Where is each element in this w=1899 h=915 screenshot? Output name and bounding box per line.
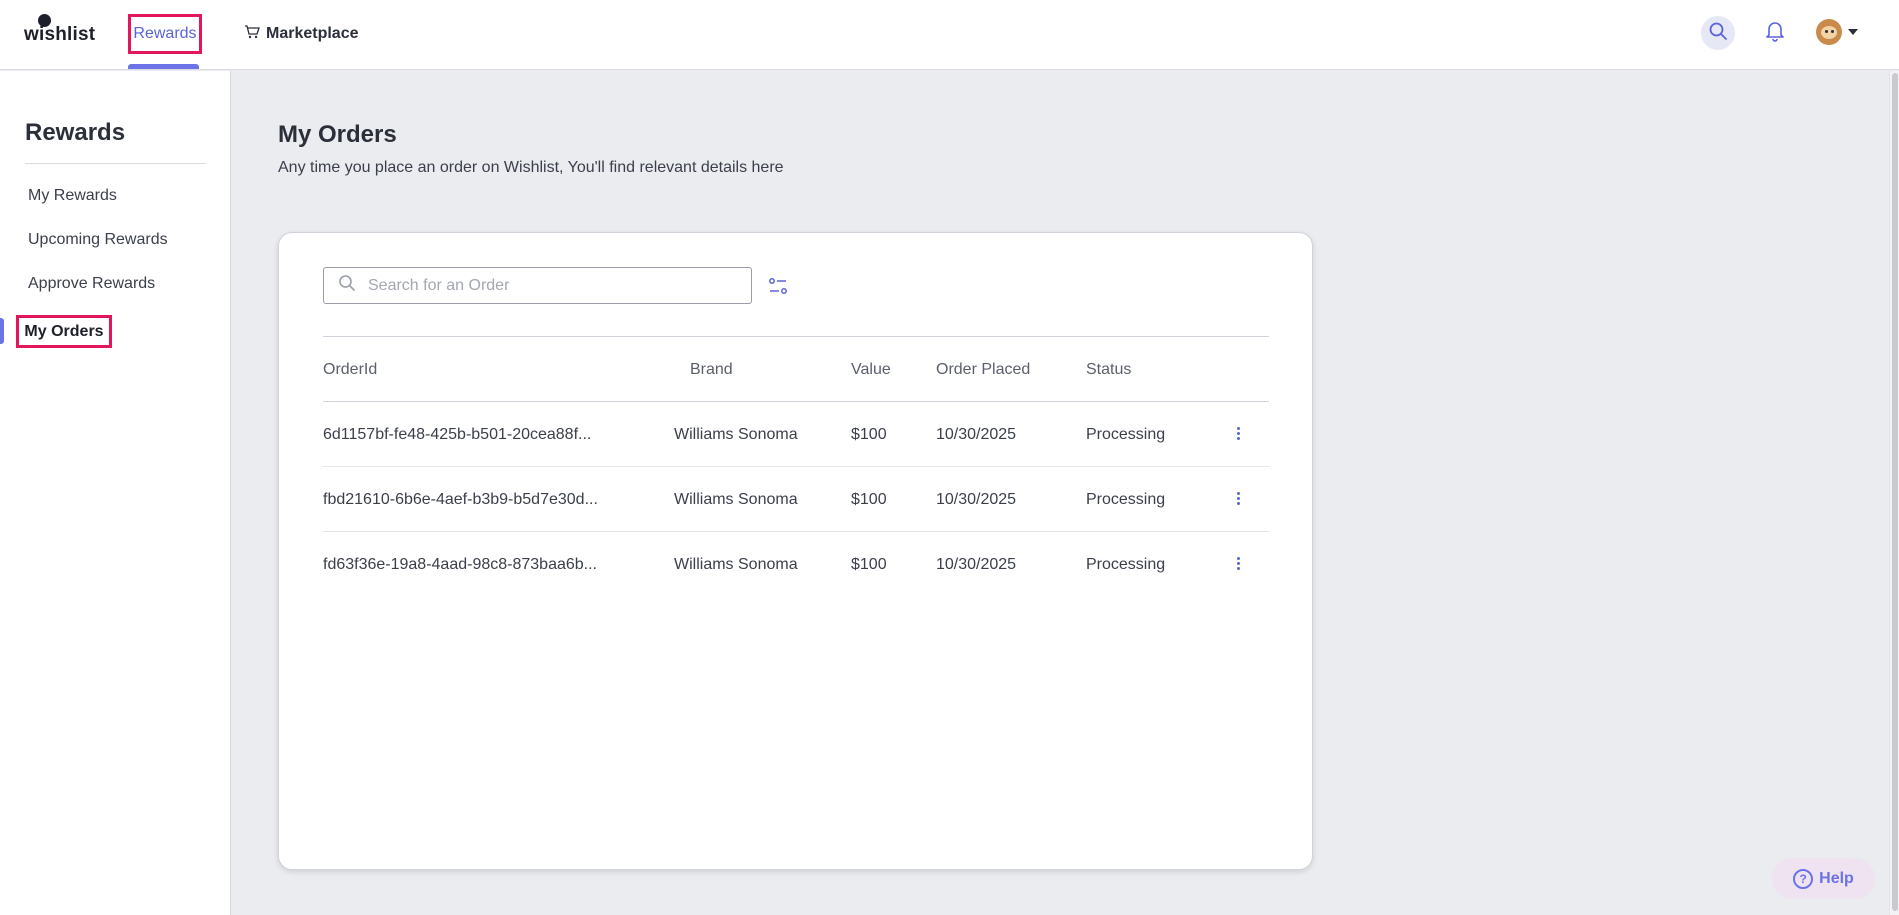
cell-value: $100 (851, 556, 887, 573)
cell-status: Processing (1086, 556, 1166, 573)
filter-icon (767, 278, 789, 301)
cell-order-id: fbd21610-6b6e-4aef-b3b9-b5d7e30d... (323, 491, 598, 508)
page-title: My Orders (278, 121, 397, 148)
chevron-down-icon (1848, 29, 1858, 35)
sidebar-item-upcoming-rewards[interactable]: Upcoming Rewards (28, 231, 168, 249)
cell-order-placed: 10/30/2025 (936, 491, 1017, 508)
cell-status: Processing (1086, 426, 1166, 443)
user-menu[interactable] (1816, 19, 1858, 45)
column-header-orderid[interactable]: OrderId (323, 361, 377, 379)
logo-text: wishlist (24, 24, 96, 45)
sidebar-item-my-orders[interactable]: My Orders (16, 315, 112, 348)
cell-brand: Williams Sonoma (674, 426, 798, 443)
table-row[interactable]: 6d1157bf-fe48-425b-b501-20cea88f... Will… (323, 402, 1269, 467)
cell-order-id: fd63f36e-19a8-4aad-98c8-873baa6b... (323, 556, 597, 573)
sidebar: Rewards My Rewards Upcoming Rewards Appr… (0, 71, 231, 915)
column-header-value[interactable]: Value (851, 361, 891, 379)
avatar-face (1821, 26, 1837, 39)
cell-value: $100 (851, 491, 887, 508)
nav-tab-marketplace[interactable]: Marketplace (244, 22, 359, 46)
sidebar-title: Rewards (25, 119, 126, 146)
help-label: Help (1819, 869, 1854, 887)
page-scrollbar[interactable] (1889, 71, 1899, 915)
sidebar-active-indicator (0, 318, 4, 344)
cell-order-id: 6d1157bf-fe48-425b-b501-20cea88f... (323, 426, 592, 443)
help-button[interactable]: ? Help (1772, 858, 1875, 899)
page-subtitle: Any time you place an order on Wishlist,… (278, 159, 784, 176)
search-icon (1708, 21, 1728, 46)
column-header-brand[interactable]: Brand (690, 361, 733, 379)
cell-brand: Williams Sonoma (674, 491, 798, 508)
notifications-button[interactable] (1758, 16, 1792, 50)
global-search-button[interactable] (1701, 16, 1735, 50)
sidebar-item-my-rewards[interactable]: My Rewards (28, 187, 117, 205)
nav-tab-rewards[interactable]: Rewards (128, 14, 202, 54)
table-row[interactable]: fd63f36e-19a8-4aad-98c8-873baa6b... Will… (323, 532, 1269, 597)
column-header-order-placed[interactable]: Order Placed (936, 361, 1030, 379)
orders-card: OrderId Brand Value Order Placed Status … (278, 232, 1313, 870)
table-header: OrderId Brand Value Order Placed Status (323, 337, 1269, 402)
order-search-input[interactable] (368, 276, 728, 295)
nav-tab-marketplace-label: Marketplace (266, 25, 359, 42)
order-search-box[interactable] (323, 267, 752, 304)
column-header-status[interactable]: Status (1086, 361, 1131, 379)
top-navigation: wishlist Rewards Marketplace (0, 0, 1899, 70)
sidebar-item-approve-rewards[interactable]: Approve Rewards (28, 275, 155, 293)
kebab-menu-icon[interactable] (1231, 552, 1245, 574)
scrollbar-thumb[interactable] (1892, 73, 1898, 911)
bell-icon (1765, 20, 1785, 47)
cell-value: $100 (851, 426, 887, 443)
cell-order-placed: 10/30/2025 (936, 426, 1017, 443)
active-tab-indicator (128, 64, 199, 69)
table-row[interactable]: fbd21610-6b6e-4aef-b3b9-b5d7e30d... Will… (323, 467, 1269, 532)
avatar-eye (1825, 30, 1828, 33)
filter-button[interactable] (767, 275, 789, 297)
cell-brand: Williams Sonoma (674, 556, 798, 573)
wishlist-logo[interactable]: wishlist (24, 14, 96, 46)
cell-order-placed: 10/30/2025 (936, 556, 1017, 573)
kebab-menu-icon[interactable] (1231, 487, 1245, 509)
kebab-menu-icon[interactable] (1231, 422, 1245, 444)
cell-status: Processing (1086, 491, 1166, 508)
help-icon: ? (1793, 868, 1814, 889)
cart-icon (244, 24, 260, 45)
sidebar-divider (25, 163, 206, 164)
avatar-eye (1831, 30, 1834, 33)
search-icon (338, 274, 356, 297)
avatar (1816, 19, 1842, 45)
